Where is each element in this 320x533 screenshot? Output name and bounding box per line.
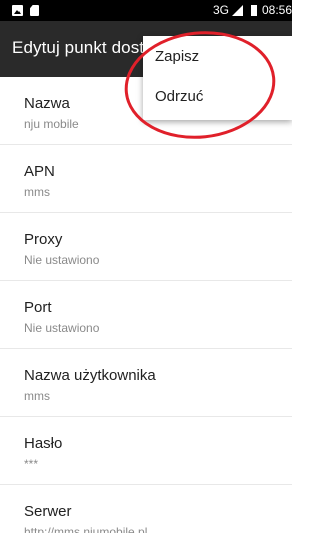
setting-title: APN <box>24 163 55 180</box>
setting-title: Port <box>24 299 52 316</box>
setting-item-port[interactable]: Port Nie ustawiono <box>0 281 292 349</box>
setting-item-proxy[interactable]: Proxy Nie ustawiono <box>0 213 292 281</box>
cell-signal-icon <box>231 5 243 16</box>
setting-title: Proxy <box>24 231 63 248</box>
setting-item-server[interactable]: Serwer http://mms.njumobile.pl <box>0 485 292 533</box>
setting-title: Nazwa użytkownika <box>24 367 156 384</box>
setting-item-password[interactable]: Hasło *** <box>0 417 292 485</box>
menu-item-save[interactable]: Zapisz <box>155 48 199 65</box>
screen: 3G 08:56 Edytuj punkt dostępu Nazwa nju … <box>0 0 292 533</box>
overflow-menu: Zapisz Odrzuć <box>143 36 292 120</box>
status-indicators: 3G 08:56 <box>213 4 292 17</box>
notification-icons <box>12 5 39 16</box>
setting-item-apn[interactable]: APN mms <box>0 145 292 213</box>
setting-value: *** <box>24 457 39 471</box>
setting-title: Serwer <box>24 503 72 520</box>
setting-item-username[interactable]: Nazwa użytkownika mms <box>0 349 292 417</box>
battery-icon <box>250 5 257 16</box>
setting-value: mms <box>24 389 50 403</box>
setting-value: http://mms.njumobile.pl <box>24 525 148 533</box>
network-type: 3G <box>212 3 229 17</box>
menu-item-discard[interactable]: Odrzuć <box>155 88 203 105</box>
setting-value: Nie ustawiono <box>24 321 100 335</box>
setting-value: nju mobile <box>24 117 79 131</box>
settings-list: Nazwa nju mobile APN mms Proxy Nie ustaw… <box>0 77 292 533</box>
status-bar: 3G 08:56 <box>0 0 292 21</box>
clock: 08:56 <box>261 3 292 17</box>
setting-value: Nie ustawiono <box>24 253 100 267</box>
setting-title: Nazwa <box>24 95 70 112</box>
setting-value: mms <box>24 185 50 199</box>
sd-card-icon <box>30 5 39 16</box>
image-notification-icon <box>12 5 23 16</box>
setting-title: Hasło <box>24 435 63 452</box>
